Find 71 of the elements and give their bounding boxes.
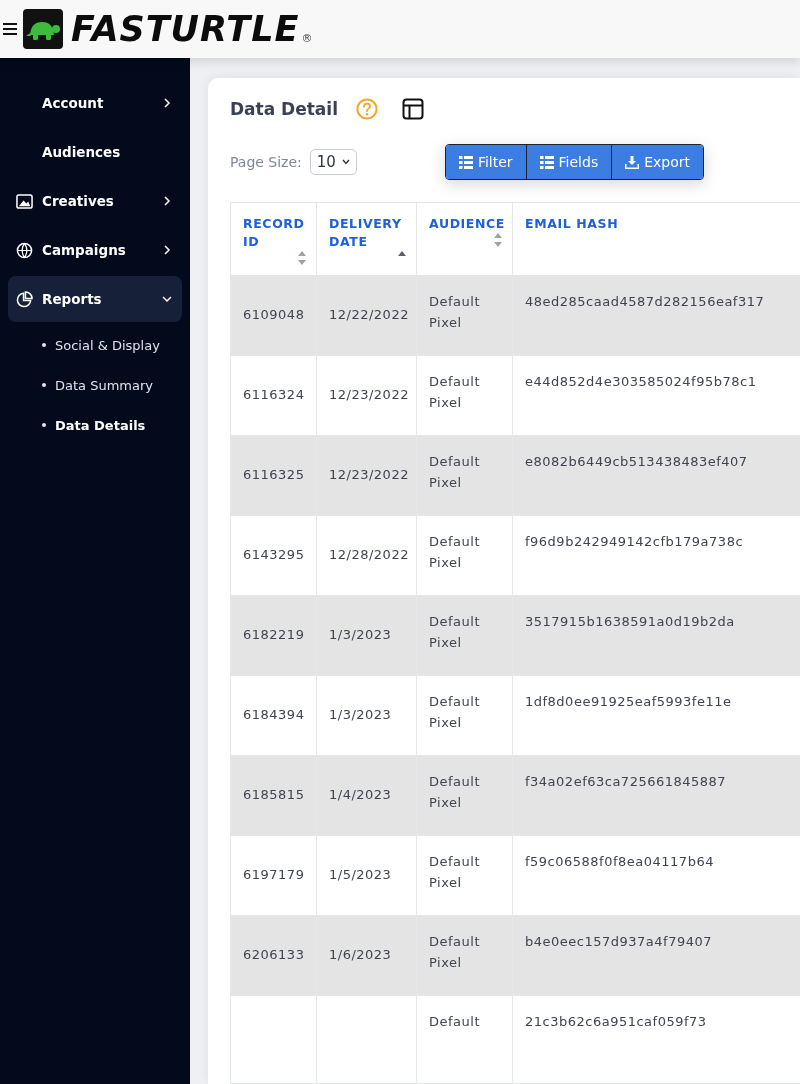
column-header[interactable]: RECORD ID xyxy=(231,203,317,277)
table-cell: Default Pixel xyxy=(417,836,513,917)
table-cell: Default Pixel xyxy=(417,516,513,597)
table-cell: 6185815 xyxy=(231,756,317,837)
table-cell: 1/4/2023 xyxy=(317,756,417,837)
table-cell: 6116324 xyxy=(231,356,317,437)
table-cell: Default Pixel xyxy=(417,436,513,517)
table-cell: 1/6/2023 xyxy=(317,916,417,997)
sidebar-subitem[interactable]: Social & Display xyxy=(8,325,182,365)
column-header[interactable]: DELIVERY DATE xyxy=(317,203,417,277)
table-cell: e44d852d4e303585024f95b78c1 xyxy=(513,356,800,437)
table-cell: 12/28/2022 xyxy=(317,516,417,597)
table-cell: 1df8d0ee91925eaf5993fe11e xyxy=(513,676,800,757)
pie-chart-icon xyxy=(16,290,33,308)
table-cell: 6184394 xyxy=(231,676,317,757)
table-cell: 1/3/2023 xyxy=(317,596,417,677)
table-cell: Default Pixel xyxy=(417,356,513,437)
registered-mark: ® xyxy=(301,32,313,45)
logo-wordmark: FASTURTLE xyxy=(71,11,300,47)
table-cell: 1/5/2023 xyxy=(317,836,417,917)
table-cell: Default Pixel xyxy=(417,916,513,997)
sidebar-item[interactable]: Audiences xyxy=(8,129,182,175)
toolbar-button[interactable]: Filter xyxy=(445,145,526,179)
table-cell: Default Pixel xyxy=(417,596,513,677)
column-header[interactable]: AUDIENCE xyxy=(417,203,513,277)
table-cell: 12/23/2022 xyxy=(317,356,417,437)
download-icon xyxy=(625,155,640,169)
list-icon xyxy=(458,155,473,169)
table-cell: b4e0eec157d937a4f79407 xyxy=(513,916,800,997)
page-size-label: Page Size: xyxy=(230,154,302,170)
sidebar-subitem[interactable]: Data Summary xyxy=(8,365,182,405)
bullet-icon xyxy=(42,423,46,427)
table-cell: 6109048 xyxy=(231,276,317,357)
table-cell: 21c3b62c6a951caf059f73 xyxy=(513,996,800,1084)
turtle-logo-icon xyxy=(23,9,63,49)
table-cell: 6143295 xyxy=(231,516,317,597)
table-cell: f59c06588f0f8ea04117b64 xyxy=(513,836,800,917)
sidebar-item[interactable]: Creatives xyxy=(8,178,182,224)
table-cell: 6116325 xyxy=(231,436,317,517)
table-cell: 6206133 xyxy=(231,916,317,997)
sidebar-item[interactable]: Reports xyxy=(8,276,182,322)
table-cell: 1/3/2023 xyxy=(317,676,417,757)
table-cell: Default xyxy=(417,996,513,1084)
picture-icon xyxy=(16,192,33,210)
globe-icon xyxy=(16,241,33,259)
toolbar-button[interactable]: Export xyxy=(611,145,703,179)
table-cell: 12/23/2022 xyxy=(317,436,417,517)
table-cell: 12/22/2022 xyxy=(317,276,417,357)
list-icon xyxy=(539,155,554,169)
bullet-icon xyxy=(42,343,46,347)
sidebar-subitem[interactable]: Data Details xyxy=(8,405,182,445)
layout-icon[interactable] xyxy=(402,98,424,120)
sidebar-item[interactable]: Campaigns xyxy=(8,227,182,273)
toolbar-button[interactable]: Fields xyxy=(525,145,612,179)
table-cell: 6182219 xyxy=(231,596,317,677)
table-cell: e8082b6449cb513438483ef407 xyxy=(513,436,800,517)
column-header[interactable]: EMAIL HASH xyxy=(513,203,800,277)
table-cell: Default Pixel xyxy=(417,276,513,357)
table-cell: 6197179 xyxy=(231,836,317,917)
chevron-down-icon xyxy=(341,159,350,165)
page-title: Data Detail xyxy=(230,99,338,119)
table-cell: Default Pixel xyxy=(417,756,513,837)
menu-icon[interactable] xyxy=(3,23,17,35)
sidebar-item[interactable]: Account xyxy=(8,80,182,126)
table-cell: f96d9b242949142cfb179a738c xyxy=(513,516,800,597)
bullet-icon xyxy=(42,383,46,387)
page-size-select[interactable]: 10 xyxy=(309,149,357,175)
table-cell: 48ed285caad4587d282156eaf317 xyxy=(513,276,800,357)
table-cell: 3517915b1638591a0d19b2da xyxy=(513,596,800,677)
table-cell: f34a02ef63ca725661845887 xyxy=(513,756,800,837)
table-cell: Default Pixel xyxy=(417,676,513,757)
